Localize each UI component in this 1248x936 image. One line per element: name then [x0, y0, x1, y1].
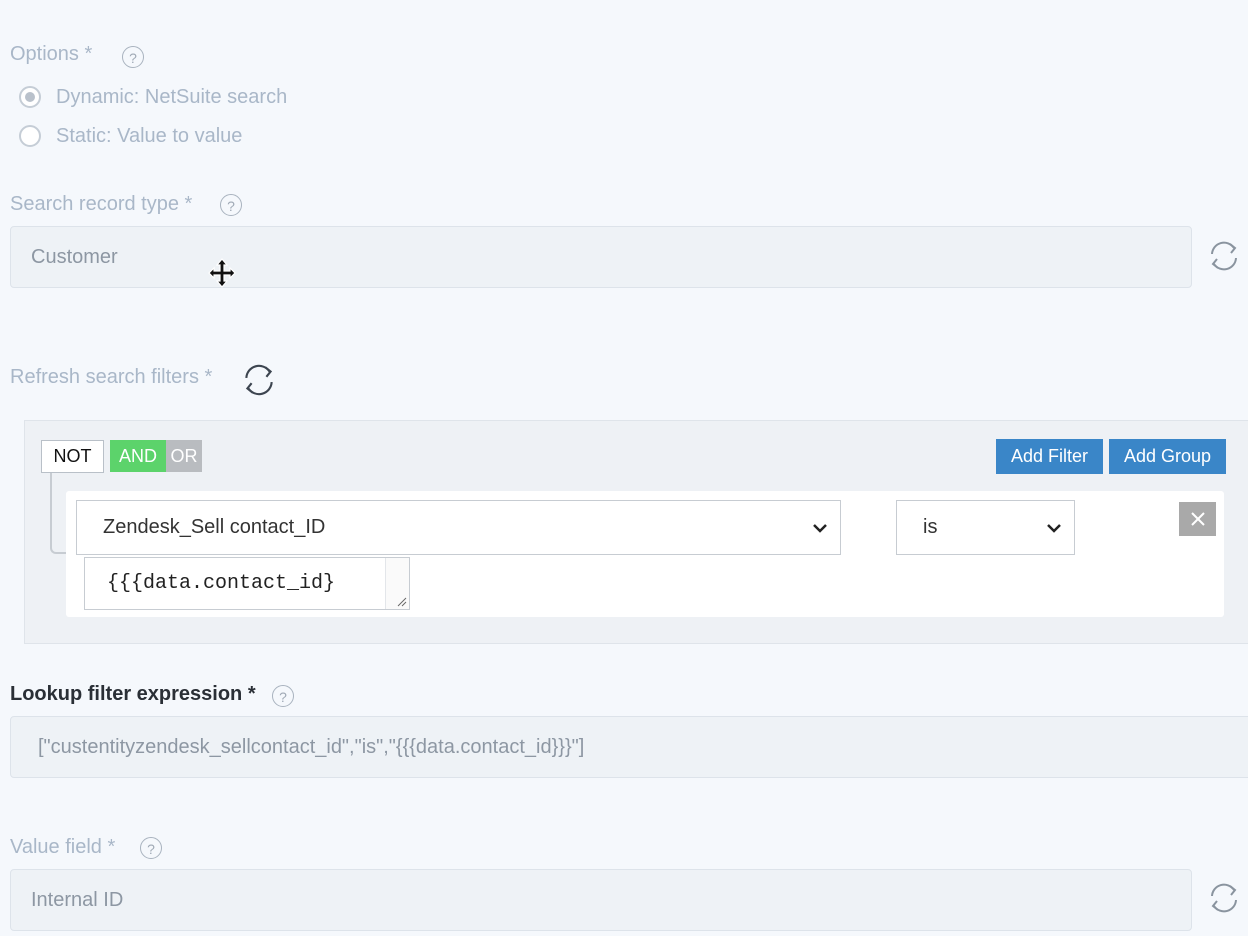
- value-field-help-icon[interactable]: ?: [140, 837, 162, 859]
- search-record-type-refresh-icon[interactable]: [1206, 238, 1242, 274]
- filter-operator-value: is: [923, 516, 938, 538]
- remove-filter-button[interactable]: [1179, 502, 1216, 536]
- not-toggle-button[interactable]: NOT: [41, 440, 104, 473]
- value-field-label: Value field *: [10, 836, 116, 858]
- resize-handle-icon[interactable]: [395, 595, 407, 607]
- filter-field-value: Zendesk_Sell contact_ID: [103, 516, 326, 538]
- radio-static[interactable]: [19, 125, 41, 147]
- search-record-type-field[interactable]: Customer: [10, 226, 1192, 288]
- refresh-search-filters-icon[interactable]: [240, 361, 278, 399]
- filter-value-textarea[interactable]: {{{data.contact_id}: [84, 557, 410, 610]
- or-toggle-button[interactable]: OR: [166, 440, 202, 472]
- add-filter-button[interactable]: Add Filter: [996, 439, 1103, 474]
- refresh-search-filters-label: Refresh search filters *: [10, 366, 213, 388]
- search-record-type-value: Customer: [31, 245, 118, 268]
- value-field-value: Internal ID: [31, 888, 124, 911]
- textarea-scrollbar[interactable]: [385, 558, 409, 609]
- close-icon: [1190, 512, 1205, 526]
- filter-operator-select[interactable]: is: [896, 500, 1075, 555]
- value-field-refresh-icon[interactable]: [1206, 880, 1242, 916]
- options-help-icon[interactable]: ?: [122, 46, 144, 68]
- search-record-type-help-icon[interactable]: ?: [220, 194, 242, 216]
- radio-dynamic-label[interactable]: Dynamic: NetSuite search: [56, 86, 287, 109]
- add-group-button[interactable]: Add Group: [1109, 439, 1226, 474]
- lookup-filter-field[interactable]: ["custentityzendesk_sellcontact_id","is"…: [10, 716, 1248, 778]
- radio-static-label[interactable]: Static: Value to value: [56, 125, 242, 148]
- move-cursor-icon: [208, 258, 236, 288]
- search-record-type-label: Search record type *: [10, 193, 193, 215]
- chevron-down-icon: [813, 523, 827, 533]
- lookup-filter-value: ["custentityzendesk_sellcontact_id","is"…: [38, 735, 585, 758]
- chevron-down-icon: [1047, 523, 1061, 533]
- radio-dynamic[interactable]: [19, 86, 41, 108]
- filter-field-select[interactable]: Zendesk_Sell contact_ID: [76, 500, 841, 555]
- and-toggle-button[interactable]: AND: [110, 440, 166, 472]
- options-label: Options *: [10, 43, 93, 65]
- lookup-filter-label: Lookup filter expression *: [10, 683, 256, 705]
- filter-value-text: {{{data.contact_id}: [107, 572, 336, 595]
- value-field-field[interactable]: Internal ID: [10, 869, 1192, 931]
- lookup-filter-help-icon[interactable]: ?: [272, 685, 294, 707]
